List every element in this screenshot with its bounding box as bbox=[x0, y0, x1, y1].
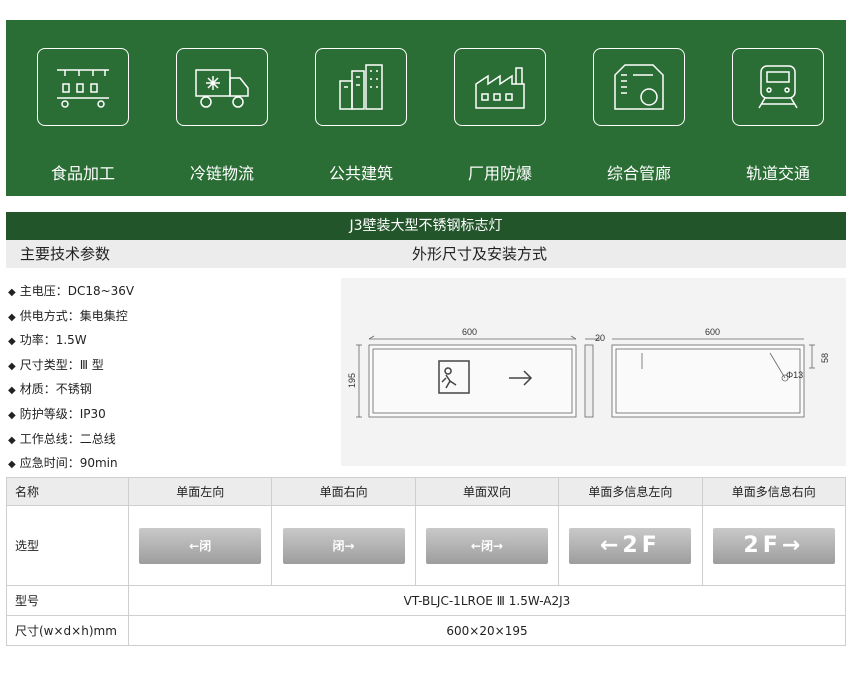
specs-header: 主要技术参数 bbox=[20, 245, 111, 263]
dimension-drawing-svg: 600 20 600 195 58 Φ13 bbox=[347, 327, 830, 418]
table-header: 单面双向 bbox=[414, 477, 560, 506]
model-value: VT-BLJC-1LROE Ⅲ 1.5W-A2J3 bbox=[128, 585, 846, 616]
table-row: 选型 ←闭 闭→ ←闭→ ←2F 2F→ bbox=[6, 505, 847, 586]
spec-item: 防护等级：IP30 bbox=[8, 403, 134, 428]
app-label: 公共建筑 bbox=[328, 164, 393, 183]
table-header-row: 名称 单面左向 单面右向 单面双向 单面多信息左向 单面多信息右向 bbox=[6, 477, 847, 506]
app-cold-chain: 冷链物流 bbox=[176, 48, 268, 183]
public-building-icon bbox=[339, 64, 383, 110]
dim-height: 195 bbox=[347, 373, 357, 388]
dim-hole: Φ13 bbox=[786, 370, 803, 380]
utility-tunnel-icon bbox=[614, 64, 664, 110]
factory-icon bbox=[475, 67, 525, 109]
section-header: 主要技术参数 外形尺寸及安装方式 bbox=[6, 240, 846, 268]
app-label: 厂用防爆 bbox=[467, 164, 532, 183]
app-label: 食品加工 bbox=[50, 164, 115, 183]
spec-item: 主电压：DC18~36V bbox=[8, 280, 134, 305]
model-table: 名称 单面左向 单面右向 单面双向 单面多信息左向 单面多信息右向 选型 ←闭 … bbox=[6, 477, 847, 646]
dim-depth: 20 bbox=[595, 333, 605, 343]
cold-chain-truck-icon bbox=[195, 69, 249, 108]
row-label: 选型 bbox=[6, 505, 129, 586]
dim-width-left: 600 bbox=[462, 327, 477, 337]
dim-mount-height: 58 bbox=[820, 353, 830, 363]
sign-image-left: ←闭 bbox=[139, 527, 262, 564]
table-row: 尺寸(w×d×h)mm 600×20×195 bbox=[6, 615, 846, 646]
food-processing-icon bbox=[57, 69, 109, 108]
size-value: 600×20×195 bbox=[128, 615, 846, 646]
table-header: 单面左向 bbox=[127, 477, 273, 506]
sign-image-right: 闭→ bbox=[282, 527, 405, 564]
app-label: 轨道交通 bbox=[745, 164, 810, 183]
app-label: 综合管廊 bbox=[606, 164, 671, 183]
sign-image-info-right: 2F→ bbox=[712, 527, 835, 564]
spec-item: 功率：1.5W bbox=[8, 329, 134, 354]
app-food-processing: 食品加工 bbox=[37, 48, 129, 183]
spec-item: 应急时间：90min bbox=[8, 452, 134, 477]
app-rail-transit: 轨道交通 bbox=[732, 48, 824, 183]
sign-image-info-left: ←2F bbox=[569, 527, 692, 564]
dimension-drawing: 600 20 600 195 58 Φ13 bbox=[341, 278, 846, 466]
app-utility-tunnel: 综合管廊 bbox=[593, 48, 685, 183]
spec-item: 供电方式：集电集控 bbox=[8, 305, 134, 330]
table-row: 型号 VT-BLJC-1LROE Ⅲ 1.5W-A2J3 bbox=[6, 585, 846, 616]
product-title: J3壁装大型不锈钢标志灯 bbox=[6, 212, 846, 240]
table-header: 名称 bbox=[6, 477, 129, 506]
dim-width-right: 600 bbox=[705, 327, 720, 337]
spec-list: 主电压：DC18~36V 供电方式：集电集控 功率：1.5W 尺寸类型：Ⅲ 型 … bbox=[8, 280, 134, 477]
spec-item: 材质：不锈钢 bbox=[8, 378, 134, 403]
dimensions-header: 外形尺寸及安装方式 bbox=[412, 245, 548, 263]
spec-item: 尺寸类型：Ⅲ 型 bbox=[8, 354, 134, 379]
table-header: 单面右向 bbox=[271, 477, 416, 506]
spec-item: 工作总线：二总线 bbox=[8, 428, 134, 453]
row-label: 尺寸(w×d×h)mm bbox=[6, 615, 129, 646]
table-header: 单面多信息左向 bbox=[558, 477, 703, 506]
train-icon bbox=[758, 65, 798, 109]
row-label: 型号 bbox=[6, 585, 129, 616]
app-factory: 厂用防爆 bbox=[454, 48, 546, 183]
sign-image-both: ←闭→ bbox=[425, 527, 548, 564]
application-banner: 食品加工 冷链物流 公共建筑 厂用防爆 综合管廊 轨道交通 bbox=[6, 20, 846, 196]
app-public-building: 公共建筑 bbox=[315, 48, 407, 183]
app-label: 冷链物流 bbox=[189, 164, 254, 183]
table-header: 单面多信息右向 bbox=[701, 477, 847, 506]
